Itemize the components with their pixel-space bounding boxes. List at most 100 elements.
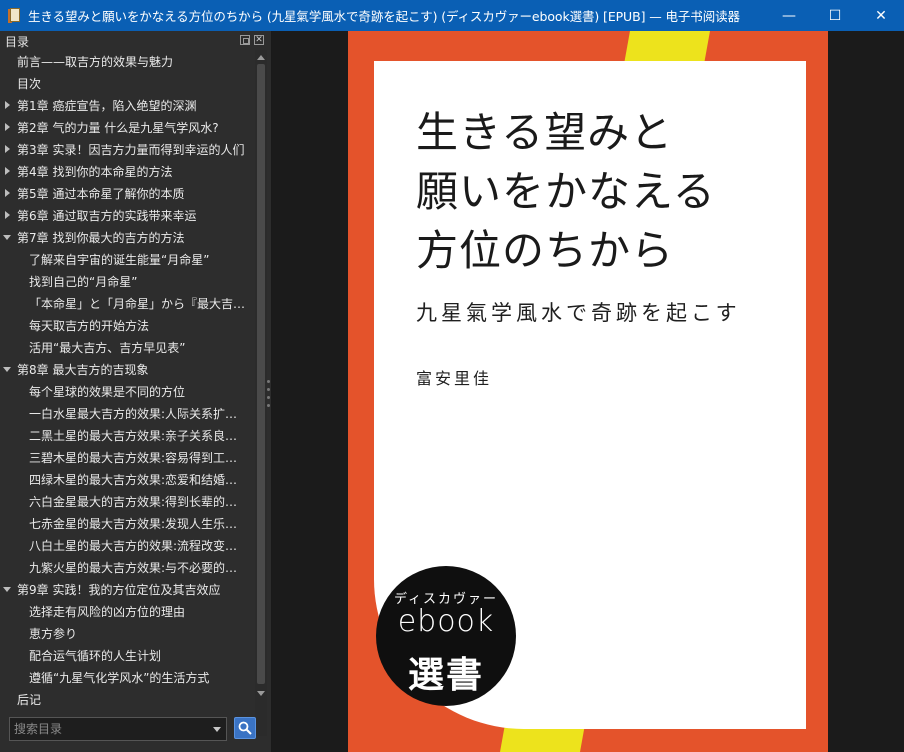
toc-item-label: 一白水星最大吉方的效果:人际关系扩大… — [29, 406, 247, 421]
toc-item-label: 每个星球的效果是不同的方位 — [29, 384, 186, 399]
collapsed-arrow-icon[interactable] — [5, 101, 10, 109]
toc-item[interactable]: 选择走有风险的凶方位的理由 — [0, 600, 256, 622]
toc-close-icon[interactable]: ✕ — [254, 35, 264, 45]
toc-item[interactable]: 六白金星最大的吉方效果:得到长辈的支… — [0, 490, 256, 512]
toc-item-label: 前言——取吉方的效果与魅力 — [17, 54, 174, 69]
toc-search-box — [9, 717, 227, 741]
book-title: 生きる望みと 願いをかなえる 方位のちから — [416, 103, 796, 280]
toc-item[interactable]: 八白土星的最大吉方的效果:流程改变自… — [0, 534, 256, 556]
toc-item-label: 第3章 实录！因吉方力量而得到幸运的人们 — [17, 142, 245, 157]
toc-item[interactable]: 配合运气循环的人生计划 — [0, 644, 256, 666]
toc-item[interactable]: 第5章 通过本命星了解你的本质 — [0, 182, 256, 204]
toc-item[interactable]: 四绿木星的最大吉方效果:恋爱和结婚运… — [0, 468, 256, 490]
book-app-icon — [8, 7, 22, 24]
toc-item[interactable]: 「本命星」と「月命星」から『最大吉… — [0, 292, 256, 314]
toc-item-label: 四绿木星的最大吉方效果:恋爱和结婚运… — [29, 472, 247, 487]
toc-list: 前言——取吉方的效果与魅力 目次第1章 癌症宣告，陷入绝望的深渊第2章 气的力量 … — [0, 50, 256, 712]
minimize-button[interactable]: — — [766, 0, 812, 31]
toc-item-label: 三碧木星的最大吉方效果:容易得到工作… — [29, 450, 247, 465]
toc-item[interactable]: 一白水星最大吉方的效果:人际关系扩大… — [0, 402, 256, 424]
scroll-thumb[interactable] — [257, 64, 265, 684]
search-history-dropdown-icon[interactable] — [208, 718, 226, 740]
toc-item-label: 遵循“九星气化学风水”的生活方式 — [29, 670, 210, 685]
maximize-button[interactable]: ☐ — [812, 0, 858, 31]
toc-item-label: 配合运气循环的人生计划 — [29, 648, 162, 663]
toc-item[interactable]: 第7章 找到你最大的吉方的方法 — [0, 226, 256, 248]
toc-item-label: 找到自己的“月命星” — [29, 274, 138, 289]
undock-icon[interactable] — [240, 35, 250, 45]
toc-item[interactable]: 恵方参り — [0, 622, 256, 644]
book-title-line: 願いをかなえる — [416, 167, 716, 216]
toc-item-label: 第7章 找到你最大的吉方的方法 — [17, 230, 185, 245]
toc-item[interactable]: 每个星球的效果是不同的方位 — [0, 380, 256, 402]
series-kanji: 選書 — [407, 655, 484, 696]
close-button[interactable]: ✕ — [858, 0, 904, 31]
expanded-arrow-icon[interactable] — [3, 586, 11, 592]
toc-header: 目录 ✕ — [0, 31, 270, 49]
toc-item-label: 「本命星」と「月命星」から『最大吉… — [29, 296, 246, 311]
toc-item[interactable]: 找到自己的“月命星” — [0, 270, 256, 292]
toc-item[interactable]: 七赤金星的最大吉方效果:发现人生乐趣… — [0, 512, 256, 534]
toc-item[interactable]: 九紫火星的最大吉方效果:与不必要的东… — [0, 556, 256, 578]
toc-item[interactable]: 第6章 通过取吉方的实践带来幸运 — [0, 204, 256, 226]
book-title-line: 方位のちから — [416, 226, 675, 275]
toc-item[interactable]: 每天取吉方的开始方法 — [0, 314, 256, 336]
toc-item[interactable]: 遵循“九星气化学风水”的生活方式 — [0, 666, 256, 688]
series-logo: ディスカヴァー ebook 選書 — [376, 566, 516, 706]
toc-item-label: 活用“最大吉方、吉方早见表” — [29, 340, 186, 355]
toc-item[interactable]: 了解来自宇宙的诞生能量“月命星” — [0, 248, 256, 270]
search-button[interactable] — [234, 717, 256, 739]
toc-item-label: 目次 — [17, 76, 42, 91]
scroll-up-arrow-icon[interactable] — [255, 50, 267, 64]
toc-item-label: 七赤金星的最大吉方效果:发现人生乐趣… — [29, 516, 247, 531]
toc-item[interactable]: 二黑土星的最大吉方效果:亲子关系良好… — [0, 424, 256, 446]
scroll-down-arrow-icon[interactable] — [255, 686, 267, 700]
book-cover: 生きる望みと 願いをかなえる 方位のちから 九星氣学風水で奇跡を起こす 富安里佳… — [348, 31, 828, 752]
toc-item[interactable]: 后记 — [0, 688, 256, 710]
toc-item[interactable]: 前言——取吉方的效果与魅力 — [0, 50, 256, 72]
panel-splitter-handle[interactable] — [267, 380, 271, 412]
toc-item-label: 九紫火星的最大吉方效果:与不必要的东… — [29, 560, 247, 575]
toc-item[interactable]: 目次 — [0, 72, 256, 94]
toc-item-label: 第9章 实践！我的方位定位及其吉效应 — [17, 582, 221, 597]
toc-item[interactable]: 第1章 癌症宣告，陷入绝望的深渊 — [0, 94, 256, 116]
toc-item-label: 第6章 通过取吉方的实践带来幸运 — [17, 208, 197, 223]
toc-item-label: 选择走有风险的凶方位的理由 — [29, 604, 186, 619]
search-icon — [238, 721, 252, 735]
book-subtitle: 九星氣学風水で奇跡を起こす — [416, 301, 741, 325]
toc-item-label: 恵方参り — [29, 626, 78, 641]
toc-item-label: 了解来自宇宙的诞生能量“月命星” — [29, 252, 210, 267]
expanded-arrow-icon[interactable] — [3, 366, 11, 372]
toc-search-input[interactable] — [10, 718, 208, 740]
series-name: ebook — [397, 604, 495, 639]
window-title: 生きる望みと願いをかなえる方位のちから (九星氣学風水で奇跡を起こす) (ディス… — [28, 9, 740, 24]
reader-view[interactable]: 生きる望みと 願いをかなえる 方位のちから 九星氣学風水で奇跡を起こす 富安里佳… — [273, 31, 904, 752]
toc-item-label: 六白金星最大的吉方效果:得到长辈的支… — [29, 494, 247, 509]
toc-item[interactable]: 三碧木星的最大吉方效果:容易得到工作… — [0, 446, 256, 468]
toc-item[interactable]: 活用“最大吉方、吉方早见表” — [0, 336, 256, 358]
toc-item[interactable]: 第4章 找到你的本命星的方法 — [0, 160, 256, 182]
toc-item-label: 第4章 找到你的本命星的方法 — [17, 164, 173, 179]
title-bar: 生きる望みと願いをかなえる方位のちから (九星氣学風水で奇跡を起こす) (ディス… — [0, 0, 904, 31]
toc-item-label: 每天取吉方的开始方法 — [29, 318, 150, 333]
toc-item-label: 后记 — [17, 692, 42, 707]
toc-title: 目录 — [5, 35, 30, 49]
expanded-arrow-icon[interactable] — [3, 234, 11, 240]
toc-item[interactable]: 第3章 实录！因吉方力量而得到幸运的人们 — [0, 138, 256, 160]
book-author: 富安里佳 — [416, 369, 493, 388]
toc-scrollbar[interactable] — [255, 50, 267, 736]
toc-item[interactable]: 第2章 气的力量 什么是九星气学风水? — [0, 116, 256, 138]
collapsed-arrow-icon[interactable] — [5, 211, 10, 219]
book-title-line: 生きる望みと — [416, 108, 674, 157]
toc-panel: 目录 ✕ 前言——取吉方的效果与魅力 目次第1章 癌症宣告，陷入绝望的深渊第2章 … — [0, 31, 272, 752]
toc-item-label: 第8章 最大吉方的吉现象 — [17, 362, 149, 377]
toc-item-label: 第1章 癌症宣告，陷入绝望的深渊 — [17, 98, 197, 113]
toc-item[interactable]: 第9章 实践！我的方位定位及其吉效应 — [0, 578, 256, 600]
collapsed-arrow-icon[interactable] — [5, 123, 10, 131]
toc-item[interactable]: 第8章 最大吉方的吉现象 — [0, 358, 256, 380]
collapsed-arrow-icon[interactable] — [5, 145, 10, 153]
toc-item-label: 第5章 通过本命星了解你的本质 — [17, 186, 185, 201]
toc-item-label: 二黑土星的最大吉方效果:亲子关系良好… — [29, 428, 247, 443]
collapsed-arrow-icon[interactable] — [5, 167, 10, 175]
collapsed-arrow-icon[interactable] — [5, 189, 10, 197]
